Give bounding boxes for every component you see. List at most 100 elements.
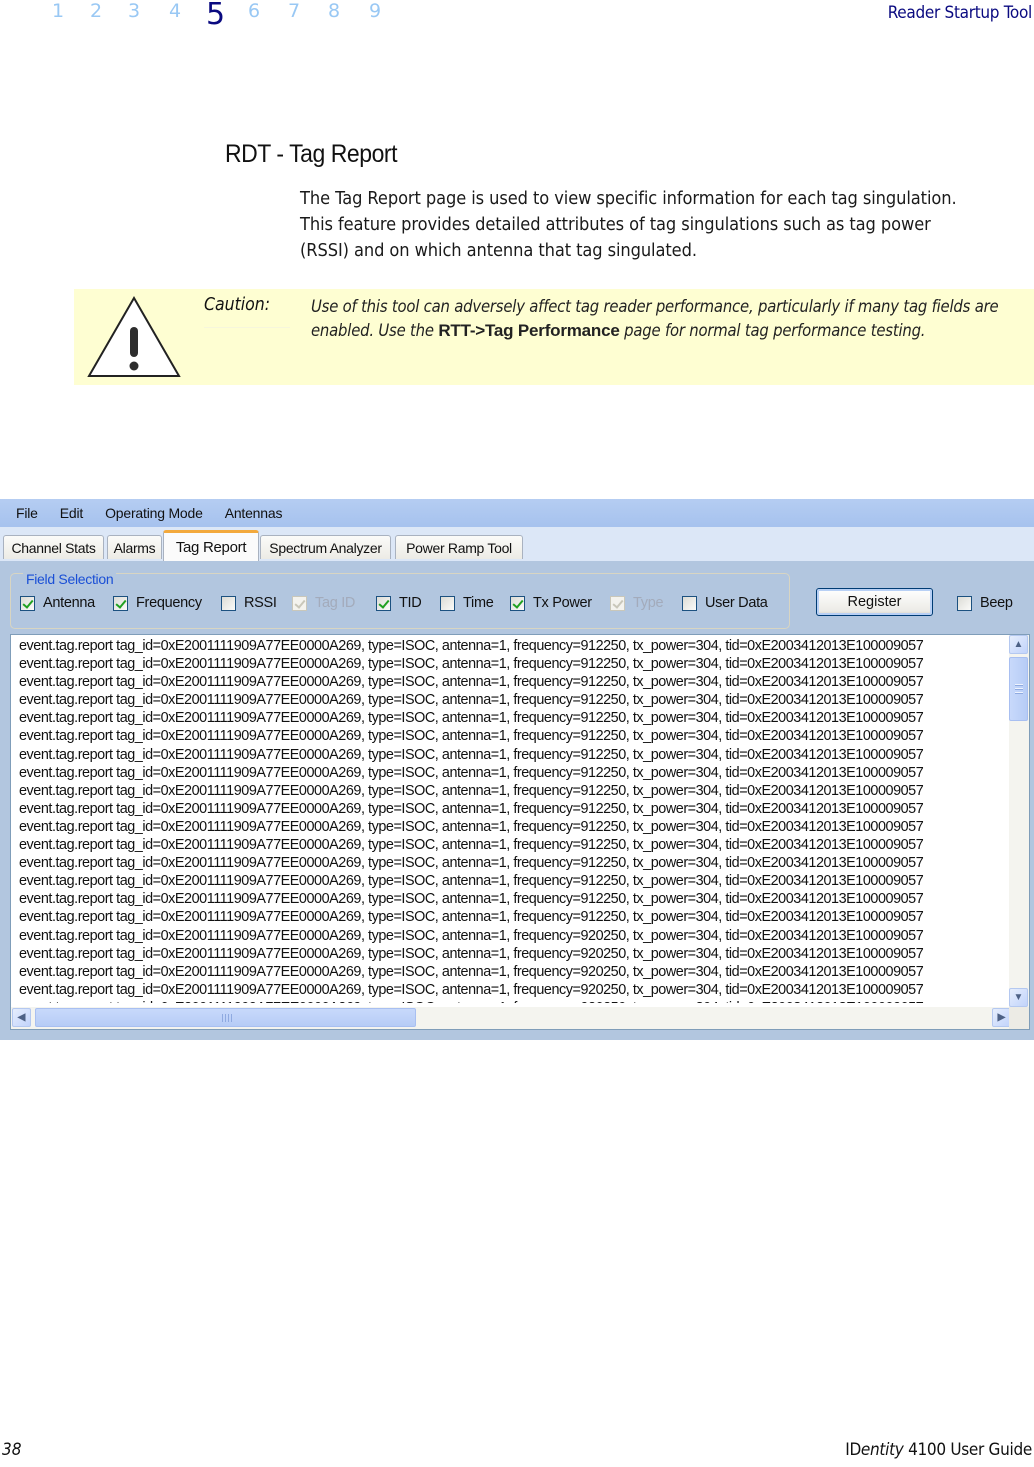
checkbox-frequency-label: Frequency — [136, 595, 202, 611]
log-line: event.tag.report tag_id=0xE2001111909A77… — [19, 800, 924, 817]
tag-report-log[interactable]: event.tag.report tag_id=0xE2001111909A77… — [10, 634, 1030, 1030]
chevron-left-icon: ◀ — [17, 1012, 26, 1023]
vertical-scroll-thumb[interactable] — [1009, 657, 1028, 721]
scroll-up-button[interactable]: ▲ — [1009, 635, 1028, 654]
checkbox-time-box[interactable] — [440, 595, 455, 611]
checkbox-rssi-box[interactable] — [221, 595, 236, 611]
checkbox-type: Type — [610, 595, 664, 611]
log-line: event.tag.report tag_id=0xE2001111909A77… — [19, 873, 924, 890]
log-line: event.tag.report tag_id=0xE2001111909A77… — [19, 945, 924, 962]
chapter-link-8[interactable]: 8 — [328, 0, 340, 22]
log-line: event.tag.report tag_id=0xE2001111909A77… — [19, 692, 924, 709]
footer-guide-title: IDentity 4100 User Guide — [845, 1440, 1032, 1460]
log-line: event.tag.report tag_id=0xE2001111909A77… — [19, 927, 924, 944]
log-line: event.tag.report tag_id=0xE2001111909A77… — [19, 656, 924, 673]
chapter-link-1[interactable]: 1 — [52, 0, 64, 22]
checkbox-tid-label: TID — [399, 595, 422, 611]
tab-tag-report[interactable]: Tag Report — [163, 530, 259, 561]
caution-text: Use of this tool can adversely affect ta… — [311, 295, 1031, 343]
checkbox-rssi[interactable]: RSSI — [221, 595, 277, 611]
scroll-down-button[interactable]: ▼ — [1009, 988, 1028, 1007]
menu-operating-mode[interactable]: Operating Mode — [105, 505, 203, 521]
menu-file[interactable]: File — [16, 505, 38, 521]
chapter-link-6[interactable]: 6 — [248, 0, 260, 22]
chevron-right-icon: ▶ — [997, 1012, 1006, 1023]
tag-report-panel: Field Selection Antenna Frequency RSSI Tag … — [0, 561, 1034, 1040]
log-line: event.tag.report tag_id=0xE2001111909A77… — [19, 855, 924, 872]
log-line: event.tag.report tag_id=0xE2001111909A77… — [19, 638, 924, 654]
tab-power-ramp-tool[interactable]: Power Ramp Tool — [395, 535, 523, 559]
checkbox-tag-id-label: Tag ID — [315, 595, 356, 611]
chevron-down-icon: ▼ — [1013, 992, 1024, 1003]
log-line: event.tag.report tag_id=0xE2001111909A77… — [19, 782, 924, 799]
checkbox-rssi-label: RSSI — [244, 595, 277, 611]
chapter-link-3[interactable]: 3 — [128, 0, 140, 22]
log-line: event.tag.report tag_id=0xE2001111909A77… — [19, 710, 924, 727]
checkbox-tag-id-box — [292, 595, 307, 611]
tab-spectrum-analyzer[interactable]: Spectrum Analyzer — [260, 535, 391, 559]
checkbox-tx-power[interactable]: Tx Power — [510, 595, 592, 611]
grip-icon — [222, 1014, 234, 1022]
menu-bar: File Edit Operating Mode Antennas — [0, 499, 1034, 527]
guide-suffix: 4100 User Guide — [903, 1440, 1032, 1460]
checkbox-antenna-box[interactable] — [20, 595, 35, 611]
checkbox-frequency-box[interactable] — [113, 595, 128, 611]
log-line: event.tag.report tag_id=0xE2001111909A77… — [19, 746, 924, 763]
checkbox-user-data-label: User Data — [705, 595, 768, 611]
section-title: RDT - Tag Report — [225, 140, 398, 168]
checkbox-tid[interactable]: TID — [376, 595, 422, 611]
checkbox-time[interactable]: Time — [440, 595, 494, 611]
checkbox-type-box — [610, 595, 625, 611]
register-button[interactable]: Register — [816, 588, 933, 616]
beep-checkbox-box[interactable] — [957, 595, 972, 611]
guide-prefix: ID — [845, 1440, 861, 1460]
caution-label: Caution: — [204, 295, 271, 315]
horizontal-scroll-thumb[interactable] — [35, 1008, 416, 1027]
caution-text-bold: RTT->Tag Performance — [438, 321, 620, 340]
guide-italic: entity — [860, 1440, 904, 1460]
checkbox-frequency[interactable]: Frequency — [113, 595, 202, 611]
app-window: File Edit Operating Mode Antennas Channe… — [0, 499, 1034, 1040]
checkbox-type-label: Type — [633, 595, 664, 611]
log-line: event.tag.report tag_id=0xE2001111909A77… — [19, 764, 924, 781]
log-line: event.tag.report tag_id=0xE2001111909A77… — [19, 891, 924, 908]
scrollbar-corner — [1009, 1007, 1029, 1029]
chapter-link-5[interactable]: 5 — [206, 0, 225, 30]
log-line: event.tag.report tag_id=0xE2001111909A77… — [19, 818, 924, 835]
beep-checkbox[interactable]: Beep — [957, 595, 1013, 611]
checkbox-time-label: Time — [463, 595, 494, 611]
checkbox-user-data[interactable]: User Data — [682, 595, 768, 611]
chapter-link-2[interactable]: 2 — [90, 0, 102, 22]
chapter-link-4[interactable]: 4 — [169, 0, 181, 22]
log-line: event.tag.report tag_id=0xE2001111909A77… — [19, 963, 924, 980]
horizontal-scrollbar[interactable]: ◀ ▶ — [11, 1007, 1011, 1029]
log-lines: event.tag.report tag_id=0xE2001111909A77… — [19, 637, 1004, 1003]
caution-text-after: page for normal tag performance testing. — [619, 321, 926, 340]
checkbox-tx-power-box[interactable] — [510, 595, 525, 611]
caution-divider — [204, 327, 290, 328]
field-selection-label: Field Selection — [23, 571, 117, 587]
menu-edit[interactable]: Edit — [60, 505, 84, 521]
log-line: event.tag.report tag_id=0xE2001111909A77… — [19, 674, 924, 691]
beep-label: Beep — [980, 595, 1013, 611]
checkbox-tag-id: Tag ID — [292, 595, 355, 611]
checkbox-antenna-label: Antenna — [43, 595, 95, 611]
chapter-link-7[interactable]: 7 — [288, 0, 300, 22]
body-paragraph: The Tag Report page is used to view spec… — [300, 189, 957, 261]
checkbox-user-data-box[interactable] — [682, 595, 697, 611]
menu-antennas[interactable]: Antennas — [225, 505, 283, 521]
page-number: 38 — [2, 1440, 22, 1460]
tab-channel-stats[interactable]: Channel Stats — [3, 535, 104, 559]
tab-alarms[interactable]: Alarms — [107, 535, 162, 559]
chevron-up-icon: ▲ — [1013, 639, 1024, 650]
log-line: event.tag.report tag_id=0xE2001111909A77… — [19, 728, 924, 745]
log-line: event.tag.report tag_id=0xE2001111909A77… — [19, 837, 924, 854]
checkbox-antenna[interactable]: Antenna — [20, 595, 95, 611]
checkbox-tid-box[interactable] — [376, 595, 391, 611]
caution-box: Caution: Use of this tool can adversely … — [74, 289, 1034, 385]
scroll-left-button[interactable]: ◀ — [12, 1008, 31, 1027]
checkbox-tx-power-label: Tx Power — [533, 595, 592, 611]
vertical-scrollbar[interactable]: ▲ ▼ — [1009, 635, 1029, 1007]
running-head: Reader Startup Tool — [887, 3, 1033, 23]
chapter-link-9[interactable]: 9 — [369, 0, 381, 22]
